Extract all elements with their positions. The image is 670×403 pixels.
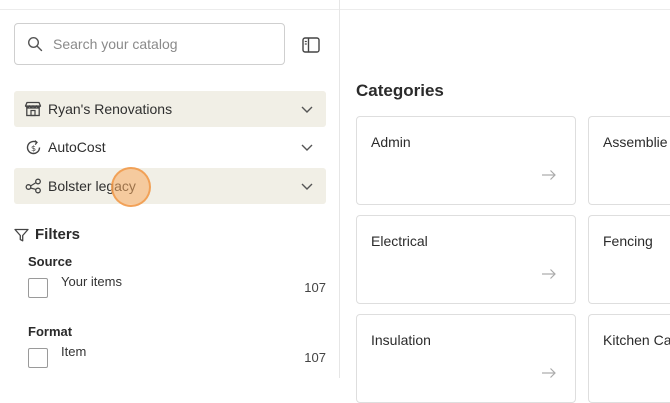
- group-label: Ryan's Renovations: [48, 101, 173, 117]
- category-card-kitchen-cabinets[interactable]: Kitchen Ca: [588, 314, 670, 403]
- search-box[interactable]: [14, 23, 285, 65]
- storefront-icon: [24, 100, 42, 118]
- chevron-down-icon: [301, 144, 313, 151]
- filter-option-your-items[interactable]: Your items 107: [28, 274, 326, 300]
- click-indicator: [111, 167, 151, 207]
- category-name: Kitchen Ca: [603, 332, 670, 348]
- category-name: Electrical: [371, 233, 428, 249]
- group-bolster-legacy[interactable]: Bolster legacy: [14, 168, 326, 204]
- category-name: Assemblie: [603, 134, 668, 150]
- checkbox[interactable]: [28, 278, 48, 298]
- option-label: Item: [61, 344, 87, 359]
- group-label: AutoCost: [48, 139, 106, 155]
- category-name: Fencing: [603, 233, 653, 249]
- main-content: Categories Admin Assemblie Electrical Fe…: [341, 0, 670, 403]
- filters-label: Filters: [35, 226, 81, 243]
- group-autocost[interactable]: $ AutoCost: [14, 129, 326, 165]
- category-name: Admin: [371, 134, 411, 150]
- option-count: 107: [304, 350, 326, 365]
- arrow-right-icon: [542, 170, 556, 180]
- panel-toggle-icon: [302, 37, 320, 53]
- filter-option-item[interactable]: Item 107: [28, 344, 326, 370]
- category-card-fencing[interactable]: Fencing: [588, 215, 670, 304]
- arrow-right-icon: [542, 368, 556, 378]
- svg-text:$: $: [30, 143, 35, 152]
- checkbox[interactable]: [28, 348, 48, 368]
- categories-title: Categories: [356, 81, 444, 100]
- category-name: Insulation: [371, 332, 431, 348]
- arrow-right-icon: [542, 269, 556, 279]
- category-card-admin[interactable]: Admin: [356, 116, 576, 205]
- sidebar-toggle-button[interactable]: [300, 34, 322, 56]
- chevron-down-icon: [301, 183, 313, 190]
- filters-header: Filters: [14, 226, 80, 243]
- share-icon: [24, 177, 42, 195]
- chevron-down-icon: [301, 106, 313, 113]
- filter-section-format-title: Format: [28, 324, 73, 339]
- option-count: 107: [304, 280, 326, 295]
- sidebar: Ryan's Renovations $ AutoCost: [0, 0, 340, 378]
- filter-icon: [14, 228, 29, 241]
- filter-section-source-title: Source: [28, 254, 73, 269]
- group-ryans-renovations[interactable]: Ryan's Renovations: [14, 91, 326, 127]
- autocost-icon: $: [24, 138, 42, 156]
- category-card-insulation[interactable]: Insulation: [356, 314, 576, 403]
- search-input[interactable]: [51, 35, 275, 53]
- option-label: Your items: [61, 274, 122, 289]
- category-card-electrical[interactable]: Electrical: [356, 215, 576, 304]
- search-icon: [27, 36, 43, 52]
- category-card-assemblies[interactable]: Assemblie: [588, 116, 670, 205]
